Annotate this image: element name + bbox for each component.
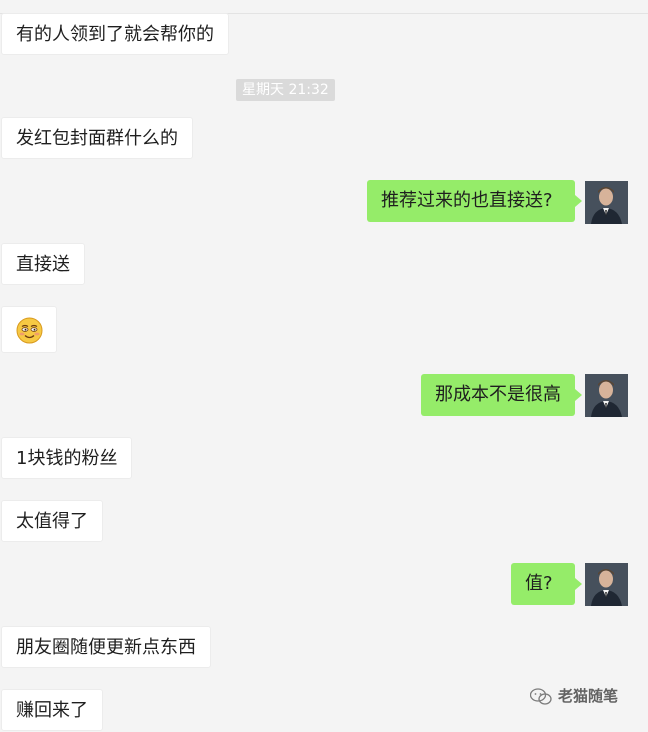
user-portrait-icon <box>585 181 628 224</box>
watermark: 老猫随笔 <box>529 684 619 708</box>
message-text: 太值得了 <box>16 511 88 532</box>
watermark-text: 老猫随笔 <box>558 687 619 705</box>
avatar[interactable] <box>585 563 628 606</box>
message-bubble-outgoing[interactable]: 值? <box>511 563 582 605</box>
message-bubble-incoming[interactable]: 朋友圈随便更新点东西 <box>1 626 211 668</box>
avatar[interactable] <box>585 374 628 417</box>
message-bubble-incoming[interactable]: 发红包封面群什么的 <box>1 117 193 159</box>
user-portrait-icon <box>585 374 628 417</box>
user-portrait-icon <box>585 563 628 606</box>
message-text: 发红包封面群什么的 <box>16 128 178 149</box>
timestamp-label: 星期天 21:32 <box>236 79 335 101</box>
message-text: 赚回来了 <box>16 700 88 721</box>
message-text: 朋友圈随便更新点东西 <box>16 637 196 658</box>
message-bubble-incoming[interactable]: 有的人领到了就会帮你的 <box>1 13 229 55</box>
message-text: 有的人领到了就会帮你的 <box>16 24 214 45</box>
message-text: 那成本不是很高 <box>435 384 561 405</box>
message-text: 1块钱的粉丝 <box>16 448 118 469</box>
message-bubble-incoming[interactable]: 太值得了 <box>1 500 103 542</box>
message-bubble-incoming[interactable] <box>1 306 57 353</box>
avatar[interactable] <box>585 181 628 224</box>
message-text: 值? <box>525 573 553 594</box>
smiling-face-emoji <box>16 317 43 344</box>
message-bubble-outgoing[interactable]: 推荐过来的也直接送? <box>367 180 582 222</box>
wechat-logo-icon <box>529 687 552 705</box>
message-bubble-outgoing[interactable]: 那成本不是很高 <box>421 374 582 416</box>
message-text: 直接送 <box>16 254 70 275</box>
message-text: 推荐过来的也直接送? <box>381 190 553 211</box>
message-bubble-incoming[interactable]: 直接送 <box>1 243 85 285</box>
message-bubble-incoming[interactable]: 赚回来了 <box>1 689 103 731</box>
message-bubble-incoming[interactable]: 1块钱的粉丝 <box>1 437 133 479</box>
